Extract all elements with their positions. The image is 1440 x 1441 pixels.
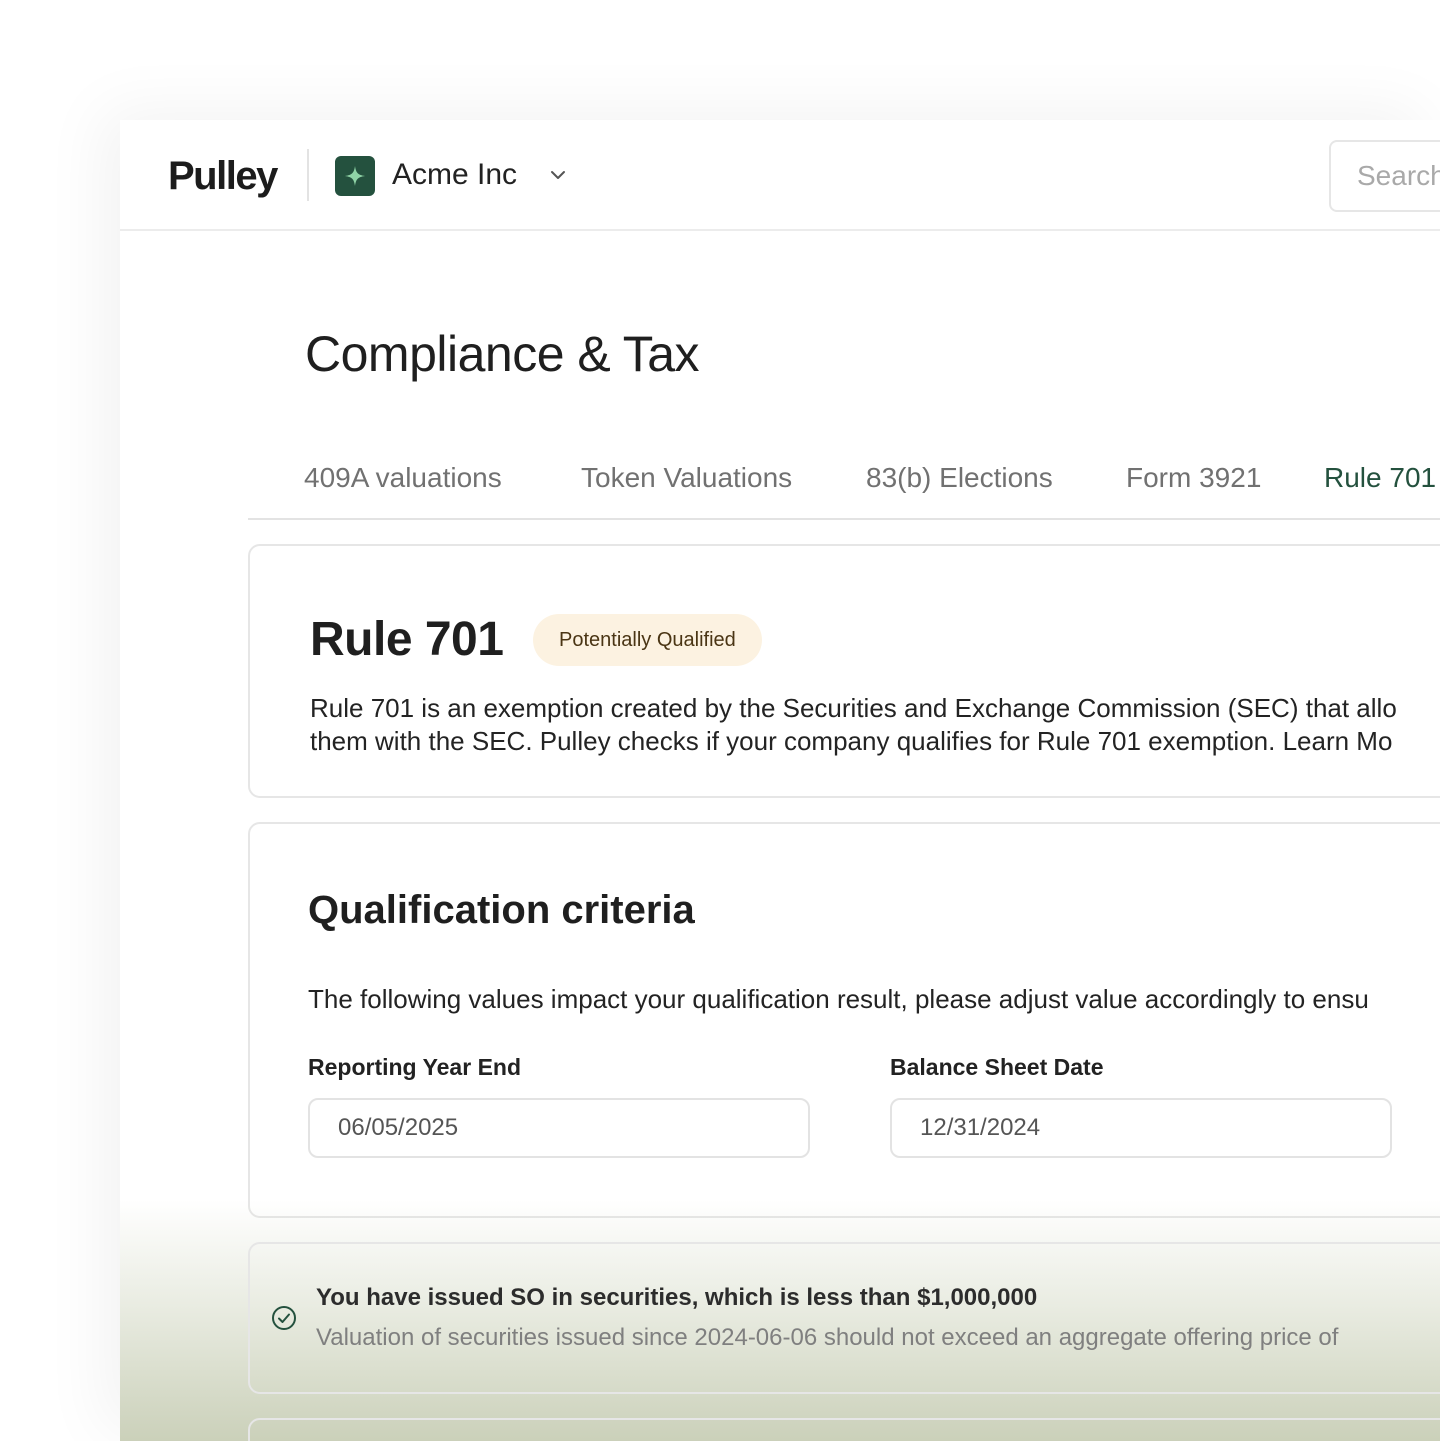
rule-701-card: Rule 701 Potentially Qualified Rule 701 …	[248, 544, 1440, 798]
balance-sheet-date-label: Balance Sheet Date	[890, 1054, 1104, 1080]
criteria-title: You have issued SO in securities, which …	[316, 1284, 1038, 1311]
reporting-year-end-label: Reporting Year End	[308, 1054, 522, 1080]
rule-title: Rule 701	[310, 613, 504, 666]
org-logo-icon[interactable]	[335, 156, 375, 196]
top-bar: Pulley Acme Inc	[120, 120, 1440, 231]
chevron-down-icon[interactable]	[547, 164, 569, 186]
page-title: Compliance & Tax	[305, 326, 700, 382]
tab-token-valuations[interactable]: Token Valuations	[581, 462, 792, 494]
reporting-year-end-input[interactable]	[308, 1098, 810, 1158]
app-window: Pulley Acme Inc Compliance & Tax 409A va…	[120, 120, 1440, 1441]
qualification-description: The following values impact your qualifi…	[308, 984, 1369, 1014]
sparkle-icon	[345, 166, 365, 186]
rule-description-line: them with the SEC. Pulley checks if your…	[310, 726, 1393, 756]
check-circle-icon	[272, 1306, 296, 1330]
header-divider	[307, 149, 309, 201]
status-badge: Potentially Qualified	[533, 614, 762, 666]
tab-409a-valuations[interactable]: 409A valuations	[304, 462, 502, 494]
balance-sheet-date-input[interactable]	[890, 1098, 1392, 1158]
rule-description: Rule 701 is an exemption created by the …	[310, 692, 1440, 758]
tab-bar: 409A valuations Token Valuations 83(b) E…	[248, 450, 1440, 520]
criteria-subtitle: Valuation of securities issued since 202…	[316, 1324, 1339, 1351]
criteria-item: You have issued SO in securities, which …	[248, 1242, 1440, 1394]
tab-rule-701[interactable]: Rule 701	[1324, 462, 1436, 494]
tab-83b-elections[interactable]: 83(b) Elections	[866, 462, 1053, 494]
qualification-criteria-card: Qualification criteria The following val…	[248, 822, 1440, 1218]
org-switcher-label[interactable]: Acme Inc	[392, 158, 517, 192]
search-input[interactable]	[1329, 140, 1440, 212]
rule-description-line: Rule 701 is an exemption created by the …	[310, 693, 1397, 723]
pulley-logo[interactable]: Pulley	[168, 154, 278, 199]
qualification-title: Qualification criteria	[308, 888, 695, 932]
criteria-item-partial	[248, 1418, 1440, 1441]
tab-form-3921[interactable]: Form 3921	[1126, 462, 1261, 494]
